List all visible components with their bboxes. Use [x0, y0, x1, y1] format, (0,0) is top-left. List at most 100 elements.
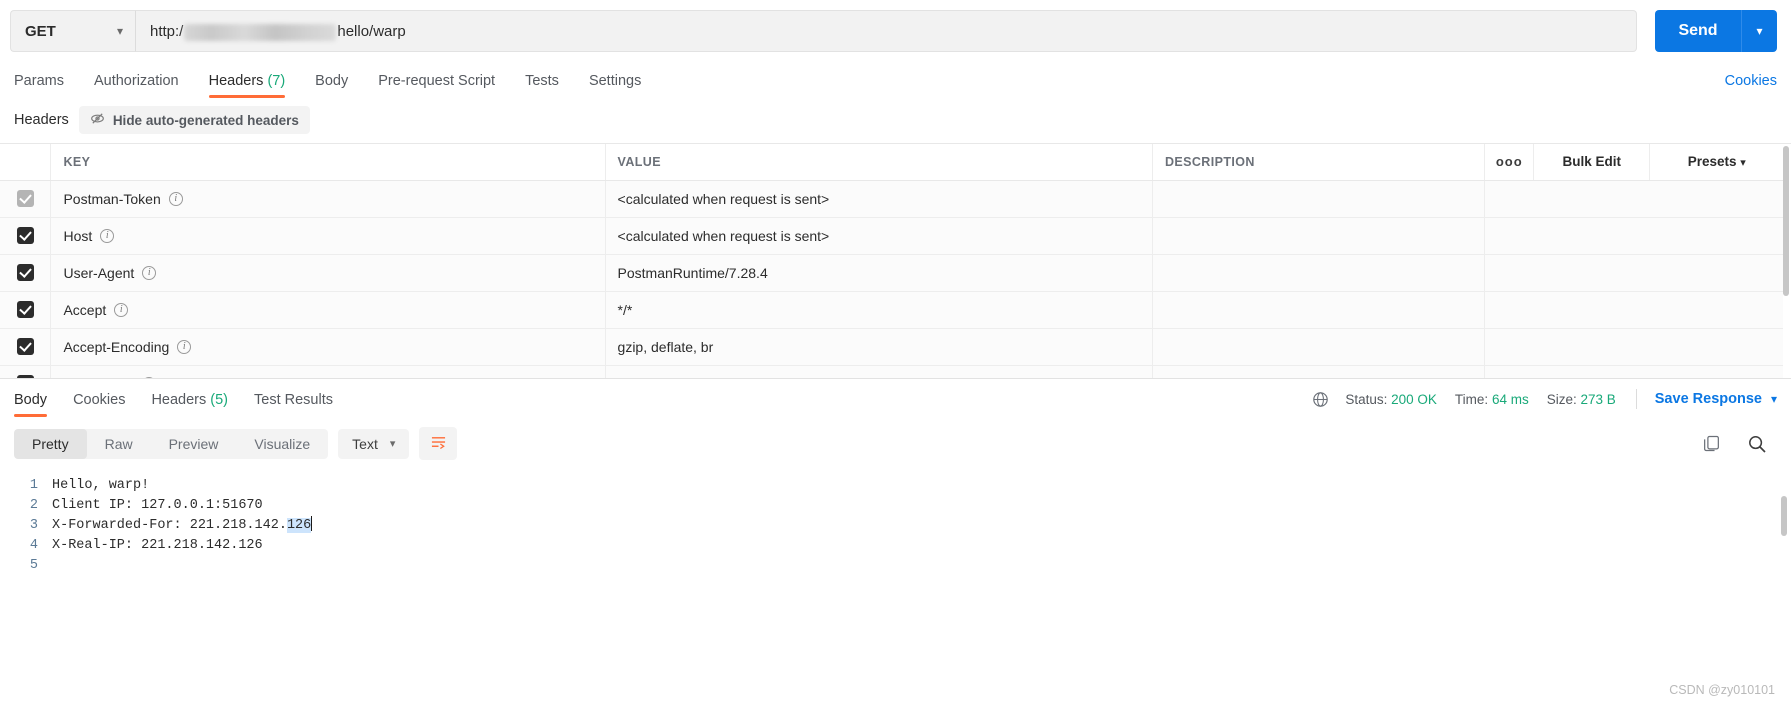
url-redacted-block	[184, 24, 337, 41]
view-mode-raw[interactable]: Raw	[87, 429, 151, 459]
row-key-cell[interactable]: Accept-Encoding i	[50, 328, 606, 366]
header-value: <calculated when request is sent>	[617, 190, 830, 207]
row-value-cell[interactable]: gzip, deflate, br	[605, 328, 1153, 366]
tab-label: Body	[14, 392, 48, 408]
info-icon[interactable]: i	[168, 191, 183, 206]
http-method-selector[interactable]: GET ▾	[10, 10, 136, 52]
row-tail-cell	[1484, 291, 1783, 329]
view-mode-segment: Pretty Raw Preview Visualize	[14, 428, 329, 459]
row-value-cell[interactable]: */*	[605, 291, 1153, 329]
copy-icon[interactable]	[1702, 434, 1721, 453]
row-checkbox-cell[interactable]	[0, 365, 52, 378]
presets-button[interactable]: Presets ▾	[1649, 144, 1783, 181]
column-key: KEY	[50, 144, 606, 181]
cookies-link[interactable]: Cookies	[1725, 73, 1777, 98]
checkbox-icon[interactable]	[16, 227, 34, 245]
response-tab-body[interactable]: Body	[14, 392, 48, 417]
tab-pre-request-script[interactable]: Pre-request Script	[378, 73, 495, 98]
row-description-cell[interactable]	[1152, 217, 1486, 255]
header-value: PostmanRuntime/7.28.4	[617, 264, 768, 281]
line-content[interactable]: X-Forwarded-For: 221.218.142.126	[52, 516, 313, 536]
send-options-button[interactable]: ▾	[1741, 10, 1777, 52]
line-content[interactable]: Client IP: 127.0.0.1:51670	[52, 496, 263, 516]
view-mode-pretty[interactable]: Pretty	[14, 428, 87, 459]
row-checkbox-cell[interactable]	[0, 254, 52, 292]
checkbox-icon[interactable]	[16, 338, 34, 356]
column-value: VALUE	[605, 144, 1153, 181]
send-button[interactable]: Send	[1655, 10, 1741, 52]
row-checkbox-cell[interactable]	[0, 291, 52, 329]
response-body-scrollbar[interactable]	[1781, 496, 1787, 536]
more-options-button[interactable]: ooo	[1484, 144, 1535, 181]
headers-count: (7)	[263, 73, 286, 89]
watermark: CSDN @zy010101	[1669, 683, 1775, 697]
row-key-cell[interactable]: Connectioni	[50, 365, 606, 378]
tab-params[interactable]: Params	[14, 73, 64, 98]
line-content[interactable]: Hello, warp!	[52, 476, 149, 496]
row-value-cell[interactable]: keep-alive	[605, 365, 1153, 378]
headers-table-scrollbar[interactable]	[1783, 146, 1789, 374]
row-key-cell[interactable]: User-Agent i	[50, 254, 606, 292]
headers-table-container: KEY VALUE DESCRIPTION ooo Bulk Edit Pres…	[0, 143, 1791, 378]
tab-tests[interactable]: Tests	[525, 73, 559, 98]
response-tab-cookies[interactable]: Cookies	[73, 392, 125, 417]
checkbox-icon[interactable]	[16, 190, 34, 208]
chevron-down-icon: ▾	[116, 24, 123, 38]
row-value-cell[interactable]: <calculated when request is sent>	[605, 180, 1153, 218]
hide-auto-generated-headers-button[interactable]: Hide auto-generated headers	[78, 106, 310, 134]
search-icon[interactable]	[1747, 434, 1767, 454]
row-value-cell[interactable]: <calculated when request is sent>	[605, 217, 1153, 255]
row-description-cell[interactable]	[1152, 180, 1486, 218]
tab-label: Pre-request Script	[378, 73, 496, 89]
view-mode-preview[interactable]: Preview	[151, 429, 237, 459]
checkbox-icon[interactable]	[16, 301, 34, 319]
response-body-code[interactable]: 1 Hello, warp! 2 Client IP: 127.0.0.1:51670…	[0, 470, 1791, 576]
checkbox-icon[interactable]	[16, 264, 34, 282]
line-number: 3	[29, 518, 38, 533]
tab-label: Settings	[588, 73, 642, 89]
row-key-cell[interactable]: Host i	[50, 217, 606, 255]
response-format-selector[interactable]: Text ▾	[338, 428, 410, 459]
info-icon[interactable]: i	[142, 265, 157, 280]
table-row: Postman-Token i <calculated when request i…	[0, 180, 1783, 218]
code-line: 2 Client IP: 127.0.0.1:51670	[0, 496, 1791, 516]
row-description-cell[interactable]	[1152, 365, 1486, 378]
word-wrap-button[interactable]	[419, 427, 458, 460]
tab-headers[interactable]: Headers (7)	[208, 73, 286, 98]
response-tabs: Body Cookies Headers (5) Test Results St…	[0, 379, 1791, 417]
info-icon[interactable]: i	[114, 302, 129, 317]
info-icon[interactable]: i	[177, 339, 192, 354]
row-key-cell[interactable]: Accept i	[50, 291, 606, 329]
info-icon[interactable]: i	[100, 228, 115, 243]
row-key-cell[interactable]: Postman-Token i	[50, 180, 606, 218]
row-checkbox-cell[interactable]	[0, 328, 52, 366]
header-value: */*	[617, 301, 633, 318]
header-key: Postman-Token	[63, 190, 161, 207]
row-description-cell[interactable]	[1152, 328, 1486, 366]
tab-settings[interactable]: Settings	[589, 73, 641, 98]
save-response-button[interactable]: Save Response ▾	[1655, 391, 1777, 407]
url-input[interactable]: http:/ hello/warp	[136, 10, 1637, 52]
row-value-cell[interactable]: PostmanRuntime/7.28.4	[605, 254, 1153, 292]
word-wrap-icon	[430, 435, 447, 453]
bulk-edit-button[interactable]: Bulk Edit	[1533, 144, 1651, 181]
view-mode-visualize[interactable]: Visualize	[236, 429, 328, 459]
response-tab-test-results[interactable]: Test Results	[254, 392, 333, 417]
globe-icon[interactable]	[1312, 391, 1329, 408]
row-description-cell[interactable]	[1152, 254, 1486, 292]
row-description-cell[interactable]	[1152, 291, 1486, 329]
response-tab-headers[interactable]: Headers (5)	[151, 392, 228, 417]
header-key: User-Agent	[63, 264, 135, 281]
line-content[interactable]: X-Real-IP: 221.218.142.126	[52, 536, 263, 556]
headers-table-body: Postman-Token i <calculated when request i…	[0, 180, 1783, 378]
tab-body[interactable]: Body	[315, 73, 348, 98]
row-checkbox-cell[interactable]	[0, 217, 52, 255]
headers-subbar: Headers Hide auto-generated headers	[0, 98, 1791, 143]
row-checkbox-cell[interactable]	[0, 180, 52, 218]
response-format-label: Text	[352, 435, 378, 452]
chevron-down-icon: ▾	[1756, 24, 1763, 38]
response-body-actions	[1702, 434, 1777, 454]
tab-authorization[interactable]: Authorization	[94, 73, 179, 98]
header-key: Host	[63, 227, 93, 244]
tab-label: Authorization	[93, 73, 179, 89]
